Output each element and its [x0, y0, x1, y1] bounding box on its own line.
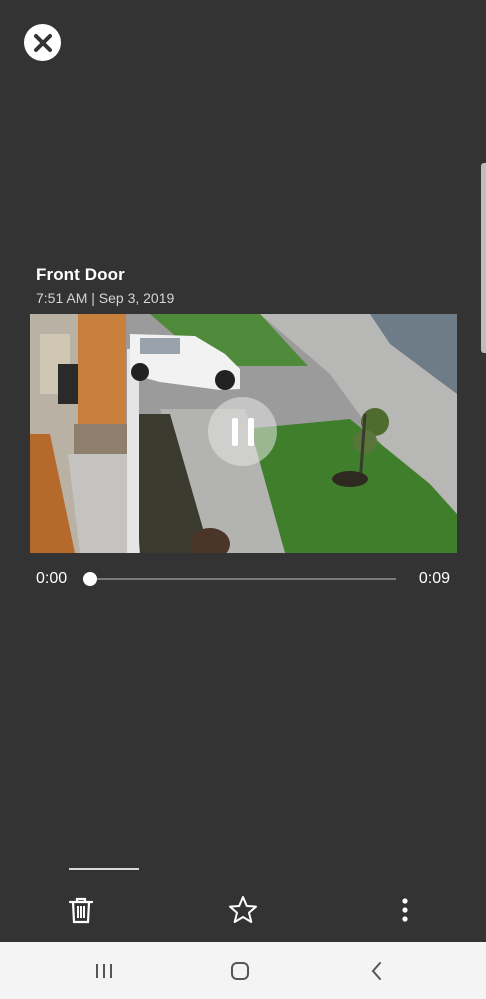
video-player[interactable] [30, 314, 457, 553]
trash-icon [68, 897, 94, 924]
more-vertical-icon [402, 898, 408, 922]
close-icon [33, 33, 52, 52]
pause-button[interactable] [208, 397, 277, 466]
seek-thumb[interactable] [83, 572, 97, 586]
current-time: 0:00 [36, 570, 68, 587]
delete-button[interactable] [65, 894, 97, 926]
camera-name: Front Door [36, 265, 125, 284]
home-button[interactable] [220, 955, 260, 987]
back-icon [371, 962, 381, 980]
seek-bar[interactable] [83, 572, 396, 586]
system-navigation-bar [0, 942, 486, 999]
close-button[interactable] [24, 24, 61, 61]
toolbar-active-indicator [69, 868, 139, 870]
recents-button[interactable] [84, 955, 124, 987]
scroll-indicator[interactable] [481, 163, 486, 353]
back-button[interactable] [356, 955, 396, 987]
event-timestamp: 7:51 AM | Sep 3, 2019 [36, 290, 175, 306]
recents-icon [96, 964, 112, 978]
favorite-button[interactable] [227, 894, 259, 926]
total-time: 0:09 [418, 570, 450, 587]
pause-icon [227, 417, 259, 446]
star-icon [229, 896, 257, 923]
more-options-button[interactable] [389, 894, 421, 926]
home-icon [231, 962, 249, 980]
